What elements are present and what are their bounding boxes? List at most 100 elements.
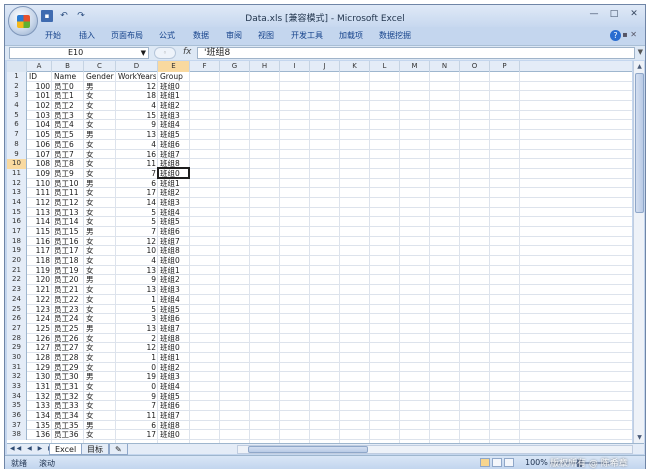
row-header[interactable]: 38: [7, 430, 27, 441]
vertical-scroll-thumb[interactable]: [635, 73, 644, 213]
cell-a[interactable]: 128: [29, 353, 50, 363]
row-header[interactable]: 4: [7, 101, 27, 111]
cell-d[interactable]: 11: [118, 411, 156, 421]
formula-cancel-confirm[interactable]: ◦: [154, 47, 176, 59]
cell-a[interactable]: 130: [29, 372, 50, 382]
cell-e[interactable]: 班组7: [160, 237, 188, 247]
tab-data[interactable]: 数据: [193, 30, 209, 41]
cell-b[interactable]: 员工14: [54, 217, 82, 227]
cell-e[interactable]: 班组4: [160, 295, 188, 305]
column-header-l[interactable]: L: [370, 61, 400, 72]
expand-formula-bar-icon[interactable]: ▼: [638, 48, 643, 56]
cell-a[interactable]: 113: [29, 208, 50, 218]
minimize-button[interactable]: —: [587, 9, 601, 19]
row-header[interactable]: 26: [7, 314, 27, 324]
column-header-i[interactable]: I: [280, 61, 310, 72]
column-header-g[interactable]: G: [220, 61, 250, 72]
row-header[interactable]: 10: [7, 159, 27, 169]
cell-d[interactable]: 2: [118, 334, 156, 344]
row-header[interactable]: 27: [7, 323, 27, 334]
column-header-f[interactable]: F: [190, 61, 220, 72]
cell-d[interactable]: 7: [118, 401, 156, 411]
cell-e[interactable]: 班组1: [160, 353, 188, 363]
cell-e[interactable]: 班组0: [160, 82, 188, 92]
cell-a[interactable]: 114: [29, 217, 50, 227]
cell-b[interactable]: Name: [54, 72, 82, 82]
row-header[interactable]: 14: [7, 197, 27, 208]
close-button[interactable]: ✕: [627, 9, 641, 19]
cell-a[interactable]: 134: [29, 411, 50, 421]
cell-d[interactable]: 6: [118, 421, 156, 431]
cell-a[interactable]: 118: [29, 256, 50, 266]
row-header[interactable]: 5: [7, 110, 27, 121]
cell-d[interactable]: 7: [118, 227, 156, 237]
cell-e[interactable]: 班组3: [160, 111, 188, 121]
cell-b[interactable]: 员工25: [54, 324, 82, 334]
cell-e[interactable]: 班组8: [160, 421, 188, 431]
cell-e[interactable]: 班组8: [160, 334, 188, 344]
cell-e[interactable]: 班组7: [160, 324, 188, 334]
cell-a[interactable]: 123: [29, 305, 50, 315]
cell-c[interactable]: 女: [86, 334, 114, 344]
column-header-d[interactable]: D: [116, 61, 158, 72]
cell-b[interactable]: 员工3: [54, 111, 82, 121]
normal-view-icon[interactable]: [480, 458, 490, 467]
cell-b[interactable]: 员工12: [54, 198, 82, 208]
cell-d[interactable]: 5: [118, 217, 156, 227]
cell-c[interactable]: 女: [86, 411, 114, 421]
cell-e[interactable]: 班组6: [160, 227, 188, 237]
row-header[interactable]: 22: [7, 275, 27, 286]
cell-b[interactable]: 员工23: [54, 305, 82, 315]
cell-d[interactable]: WorkYears: [118, 72, 156, 82]
cell-e[interactable]: 班组5: [160, 392, 188, 402]
cell-a[interactable]: 101: [29, 91, 50, 101]
cell-e[interactable]: 班组0: [160, 430, 188, 440]
cell-b[interactable]: 员工1: [54, 91, 82, 101]
cell-b[interactable]: 员工16: [54, 237, 82, 247]
cell-b[interactable]: 员工0: [54, 82, 82, 92]
cell-b[interactable]: 员工13: [54, 208, 82, 218]
cell-b[interactable]: 员工11: [54, 188, 82, 198]
cell-a[interactable]: 102: [29, 101, 50, 111]
cell-b[interactable]: 员工10: [54, 179, 82, 189]
cell-c[interactable]: 女: [86, 150, 114, 160]
cell-c[interactable]: 女: [86, 392, 114, 402]
scroll-up-icon[interactable]: ▲: [635, 62, 644, 71]
cell-c[interactable]: 女: [86, 256, 114, 266]
row-header[interactable]: 29: [7, 343, 27, 353]
cell-a[interactable]: 124: [29, 314, 50, 324]
cell-b[interactable]: 员工7: [54, 150, 82, 160]
row-header[interactable]: 35: [7, 401, 27, 412]
cell-d[interactable]: 9: [118, 120, 156, 130]
tab-review[interactable]: 审阅: [226, 30, 242, 41]
scroll-down-icon[interactable]: ▼: [635, 433, 644, 442]
cell-a[interactable]: 106: [29, 140, 50, 150]
cell-b[interactable]: 员工32: [54, 392, 82, 402]
cell-d[interactable]: 1: [118, 295, 156, 305]
formula-input[interactable]: '班组8: [197, 47, 635, 59]
cell-c[interactable]: 女: [86, 169, 114, 179]
cell-b[interactable]: 员工17: [54, 246, 82, 256]
row-header[interactable]: 7: [7, 130, 27, 140]
cell-a[interactable]: 100: [29, 82, 50, 92]
cell-a[interactable]: ID: [29, 72, 50, 82]
cell-d[interactable]: 0: [118, 363, 156, 373]
cell-e[interactable]: 班组5: [160, 130, 188, 140]
cell-d[interactable]: 11: [118, 159, 156, 169]
cell-d[interactable]: 9: [118, 392, 156, 402]
cell-c[interactable]: 女: [86, 353, 114, 363]
cell-d[interactable]: 12: [118, 82, 156, 92]
cell-b[interactable]: 员工22: [54, 295, 82, 305]
cell-c[interactable]: Gender: [86, 72, 114, 82]
cell-c[interactable]: 男: [86, 324, 114, 334]
cell-c[interactable]: 女: [86, 266, 114, 276]
cell-e[interactable]: 班组8: [160, 246, 188, 256]
cell-c[interactable]: 女: [86, 285, 114, 295]
cell-d[interactable]: 5: [118, 305, 156, 315]
cell-d[interactable]: 1: [118, 353, 156, 363]
cell-d[interactable]: 19: [118, 372, 156, 382]
cell-c[interactable]: 男: [86, 82, 114, 92]
cell-e[interactable]: 班组0: [160, 256, 188, 266]
cell-a[interactable]: 107: [29, 150, 50, 160]
cell-c[interactable]: 女: [86, 363, 114, 373]
